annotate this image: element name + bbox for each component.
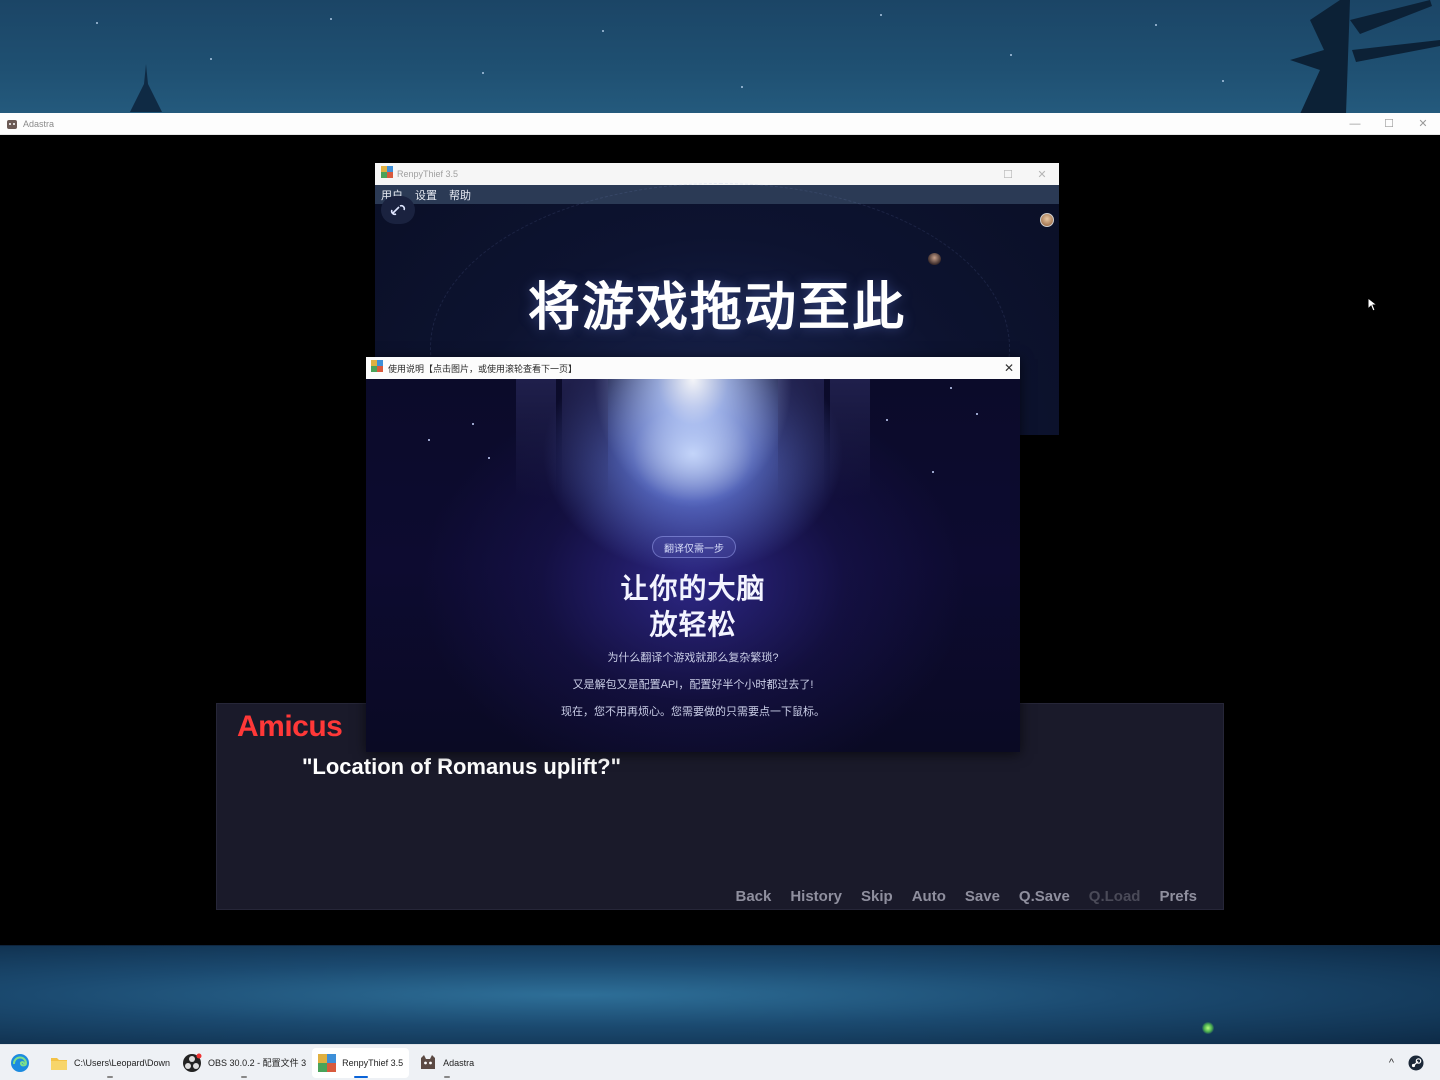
taskbar-label: OBS 30.0.2 - 配置文件 3 [208,1058,307,1068]
close-button[interactable]: ✕ [1406,113,1440,135]
dialogue-text: "Location of Romanus uplift?" [302,754,622,779]
window-titlebar[interactable]: Adastra — ☐ ✕ [0,113,1440,135]
quick-menu-save[interactable]: Save [965,888,1000,905]
quick-menu-history[interactable]: History [790,888,842,905]
renpythief-titlebar[interactable]: RenpyThief 3.5 ☐ ✕ [375,163,1059,185]
help-line-1: 为什么翻译个游戏就那么复杂繁琐? [607,652,779,664]
desktop-wallpaper-top [0,0,1440,114]
mascot-avatar [928,253,941,265]
maximize-button[interactable]: ☐ [991,168,1025,181]
renpythief-title: RenpyThief 3.5 [397,169,459,179]
quick-menu-qsave[interactable]: Q.Save [1019,888,1070,905]
help-headline-1: 让你的大脑 [620,572,766,605]
quick-menu-back[interactable]: Back [735,888,771,905]
close-button[interactable]: ✕ [1025,168,1059,181]
help-line-3: 现在，您不用再烦心。您需要做的只需要点一下鼠标。 [561,706,825,718]
glow-orb-icon [1202,1022,1214,1034]
system-tray: ^ [1389,1055,1440,1071]
tree-silhouette-icon [1290,0,1440,114]
renpythief-icon [318,1053,337,1072]
edge-icon [11,1053,29,1072]
quick-menu-qload: Q.Load [1088,888,1141,905]
taskbar-label: RenpyThief 3.5 [342,1057,404,1068]
taskbar-obs[interactable]: OBS 30.0.2 - 配置文件 3 [176,1048,312,1078]
help-line-2: 又是解包又是配置API，配置好半个小时都过去了! [572,679,814,691]
taskbar-renpythief[interactable]: RenpyThief 3.5 [312,1047,410,1078]
help-titlebar[interactable]: 使用说明【点击图片，或使用滚轮查看下一页】 ✕ [366,357,1020,379]
minimize-button[interactable]: — [1338,113,1372,135]
help-headline-2: 放轻松 [649,608,737,641]
taskbar-label: C:\Users\Leopard\Down [74,1057,171,1068]
taskbar-file-explorer[interactable]: C:\Users\Leopard\Down [44,1048,176,1078]
folder-icon [51,1057,67,1070]
steam-icon[interactable] [1408,1055,1424,1071]
mouse-cursor-icon [1367,297,1379,312]
light-beam [593,379,793,509]
tree-silhouette-icon [130,64,162,112]
close-button[interactable]: ✕ [998,361,1020,375]
link-tool-button[interactable] [381,196,415,224]
pillar-decoration [830,379,870,499]
help-title: 使用说明【点击图片，或使用滚轮查看下一页】 [388,363,578,374]
pillar-decoration [516,379,556,499]
window-title: Adastra [23,118,55,129]
quick-menu-prefs[interactable]: Prefs [1159,888,1197,905]
taskbar: C:\Users\Leopard\Down OBS 30.0.2 - 配置文件 … [0,1044,1440,1080]
tray-overflow-chevron-icon[interactable]: ^ [1389,1057,1394,1069]
feature-badge: 翻译仅需一步 [652,536,736,558]
menu-help[interactable]: 帮助 [449,187,471,203]
help-slide-image[interactable]: 翻译仅需一步 让你的大脑 放轻松 为什么翻译个游戏就那么复杂繁琐? 又是解包又是… [366,379,1020,752]
quick-menu-auto[interactable]: Auto [912,888,946,905]
help-window[interactable]: 使用说明【点击图片，或使用滚轮查看下一页】 ✕ 翻译仅需一步 让你的大脑 放轻松… [366,357,1020,752]
drop-zone-text[interactable]: 将游戏拖动至此 [375,265,1059,340]
obs-icon [183,1053,202,1072]
menu-settings[interactable]: 设置 [415,187,437,203]
adastra-icon [421,1054,436,1069]
renpythief-icon [381,165,393,183]
speaker-name: Amicus [237,710,343,743]
link-icon [390,204,406,216]
taskbar-label: Adastra [443,1057,475,1068]
renpythief-icon [371,359,383,377]
desktop-wallpaper-bottom [0,946,1440,1044]
taskbar-edge[interactable] [4,1048,36,1078]
quick-menu: Back History Skip Auto Save Q.Save Q.Loa… [735,888,1197,905]
taskbar-adastra[interactable]: Adastra [413,1048,480,1078]
user-avatar[interactable] [1040,213,1054,227]
maximize-button[interactable]: ☐ [1372,113,1406,135]
adastra-icon [6,118,18,130]
quick-menu-skip[interactable]: Skip [861,888,893,905]
